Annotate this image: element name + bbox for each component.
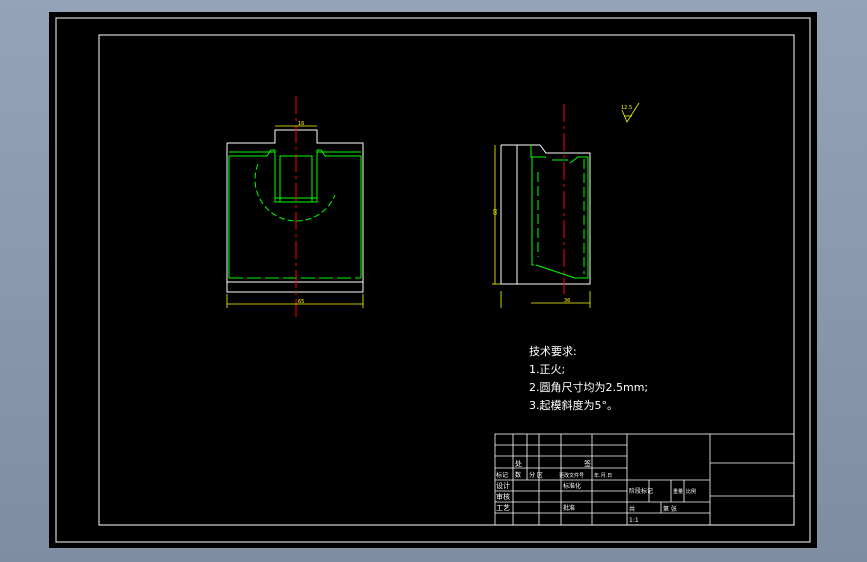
tech-req-title: 技术要求: [529, 345, 577, 358]
front-hidden-lines [228, 149, 362, 279]
roughness-value: 12.5 [621, 105, 632, 111]
inner-border [98, 34, 795, 526]
tb-sheet-no: 第 张 [663, 505, 677, 513]
front-view: 16 65 [226, 96, 364, 320]
tech-req-item-2: 2.圆角尺寸均为2.5mm; [529, 380, 648, 394]
tb-division: 处 [515, 459, 522, 468]
tb-scale: 比例 [686, 488, 696, 495]
tb-weight: 重量 [673, 488, 683, 495]
tb-date: 年.月.日 [594, 472, 612, 479]
tb-stage-mark: 阶段标记 [629, 487, 653, 495]
drawing-sheet: 16 65 60 36 12.5 技术要求: 1.正火; 2.圆角尺寸均为2.5… [49, 12, 817, 548]
tb-design: 设计 [496, 481, 510, 490]
side-bottom-dim: 36 [564, 298, 570, 304]
title-block [494, 433, 795, 526]
tb-standardize: 标准化 [563, 482, 581, 490]
side-view: 60 36 [492, 104, 591, 308]
tb-review: 审核 [496, 492, 510, 501]
front-outline [226, 129, 364, 293]
side-height-dim: 60 [493, 209, 499, 215]
title-block-text: 处 签 标记 数 分 区 更改文件号 年.月.日 设计 标准化 审核 阶段标记 … [496, 459, 696, 524]
tb-process: 工艺 [496, 504, 510, 512]
side-hidden-lines [530, 145, 589, 279]
outer-border [55, 17, 811, 543]
drawing-canvas: 16 65 60 36 12.5 技术要求: 1.正火; 2.圆角尺寸均为2.5… [55, 17, 811, 543]
technical-requirements: 技术要求: 1.正火; 2.圆角尺寸均为2.5mm; 3.起模斜度为5°。 [529, 345, 648, 412]
tb-zone: 分 区 [529, 471, 543, 479]
tb-count: 数 [515, 471, 521, 479]
front-bottom-dim: 65 [298, 299, 304, 305]
front-dimensions [226, 125, 364, 308]
tb-approve: 批准 [563, 504, 575, 512]
front-top-dim: 16 [298, 121, 304, 127]
side-outline [500, 144, 591, 285]
tech-req-item-3: 3.起模斜度为5°。 [529, 398, 618, 412]
tb-doc-no: 更改文件号 [559, 472, 584, 479]
tb-mark: 标记 [496, 471, 508, 479]
tech-req-item-1: 1.正火; [529, 363, 565, 376]
tb-ratio: 1:1 [629, 517, 639, 524]
tb-sheets-total: 共 [629, 505, 635, 513]
tb-sign: 签 [584, 459, 591, 468]
